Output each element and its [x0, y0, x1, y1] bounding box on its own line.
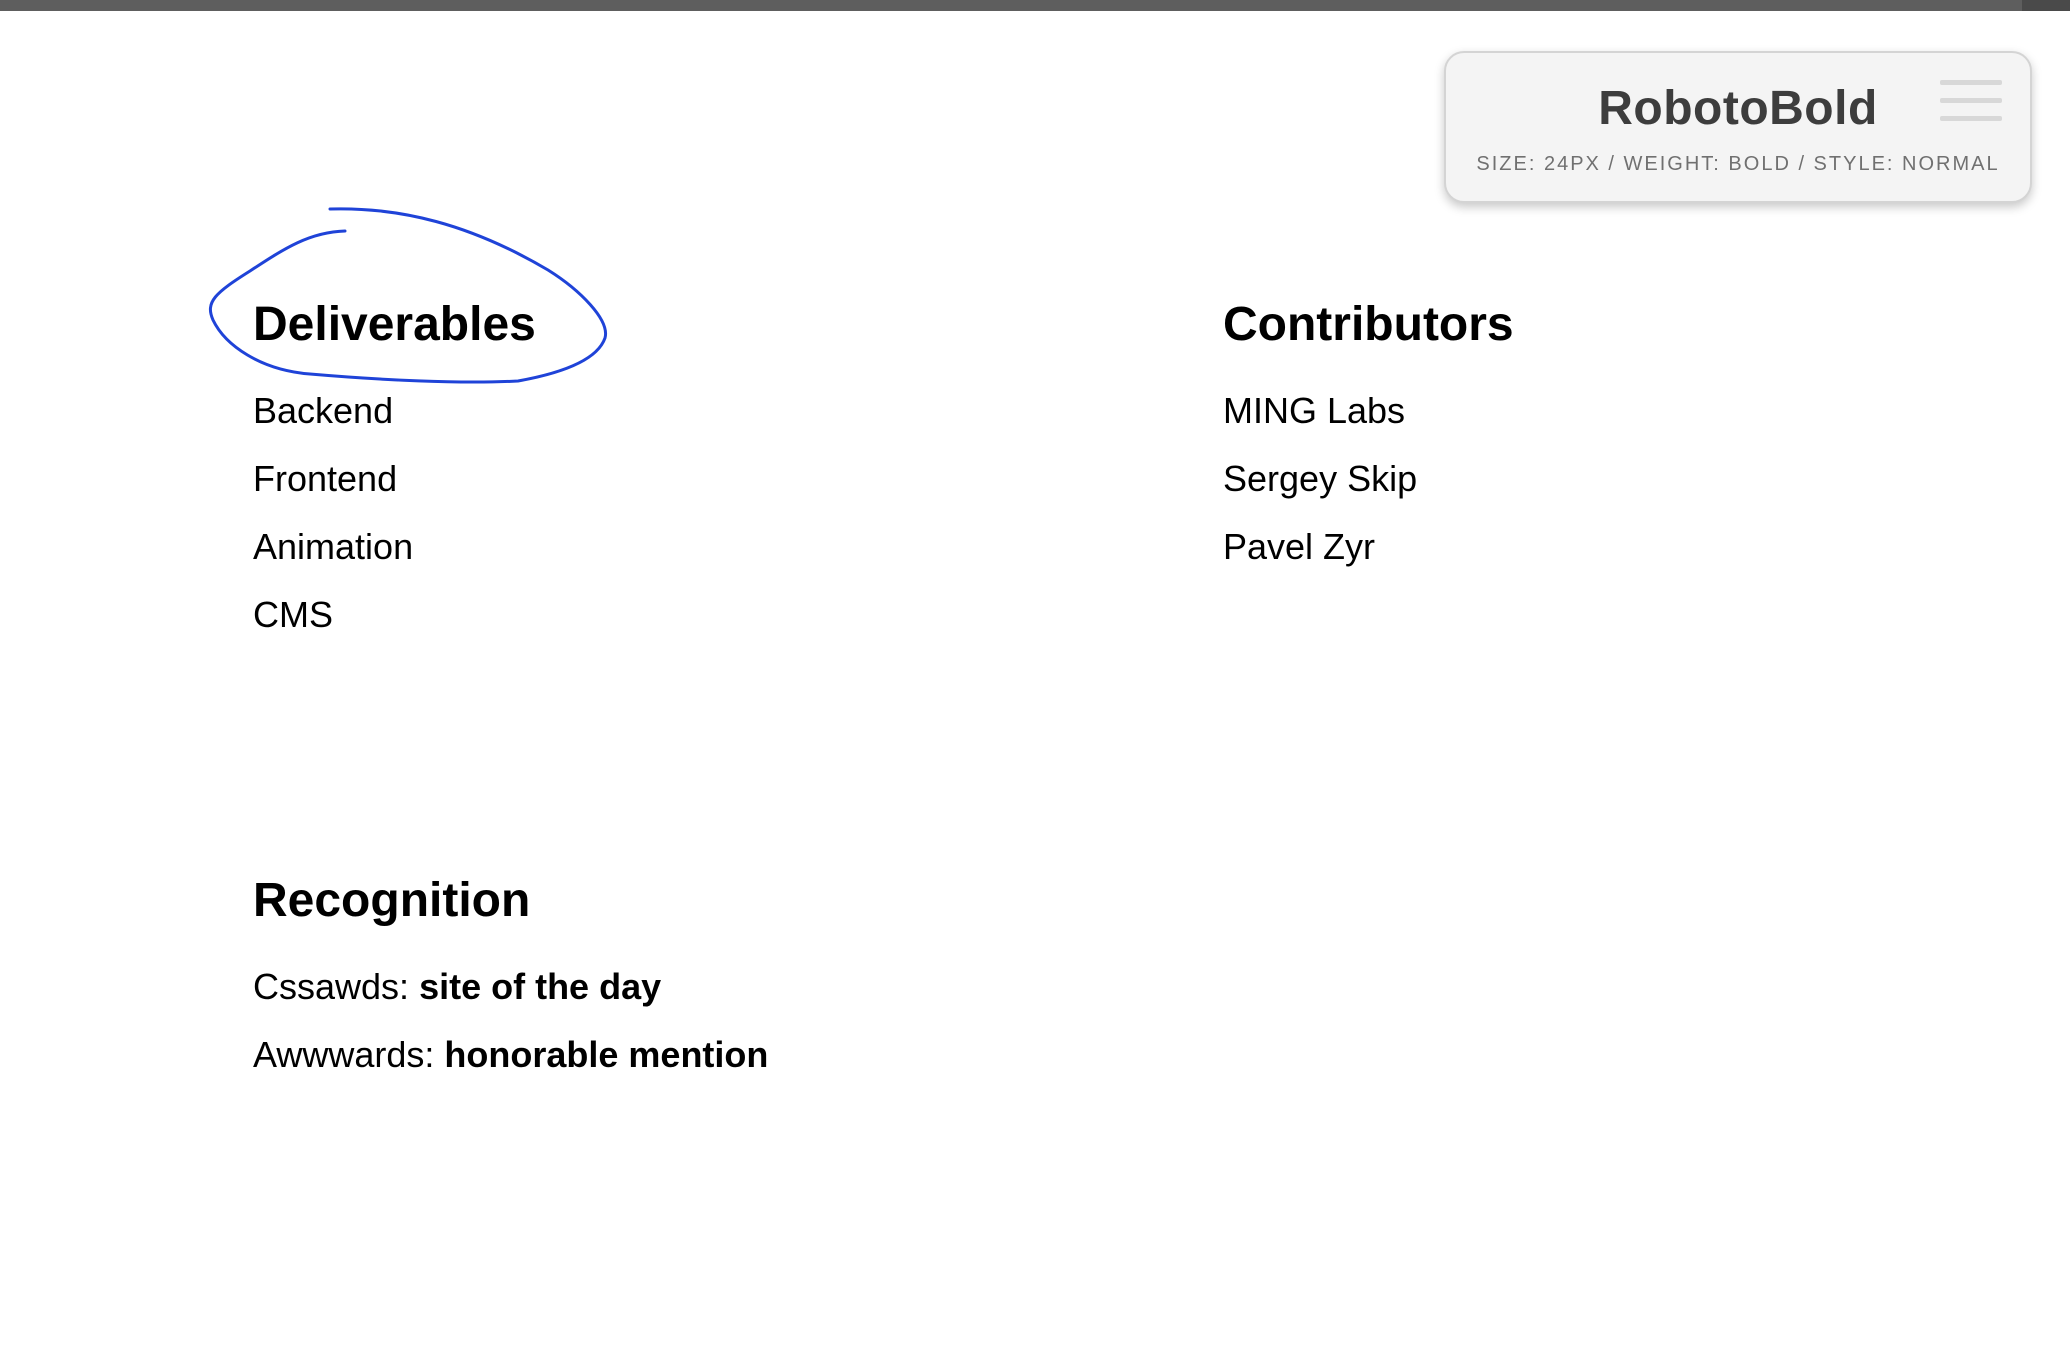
- contributors-list: MING Labs Sergey Skip Pavel Zyr: [1223, 377, 1417, 581]
- list-item: Animation: [253, 526, 414, 567]
- list-item: Sergey Skip: [1223, 458, 1418, 499]
- list-item: Pavel Zyr: [1223, 526, 1376, 567]
- list-item: CMS: [253, 594, 333, 635]
- list-item: Backend: [253, 390, 394, 431]
- recognition-award: site of the day: [419, 966, 662, 1007]
- list-item: Cssawds: site of the day: [253, 953, 768, 1021]
- recognition-heading: Recognition: [253, 874, 531, 927]
- list-item: Frontend: [253, 458, 398, 499]
- annotation-stroke: [208, 207, 607, 384]
- recognition-award: honorable mention: [444, 1034, 769, 1075]
- list-item: MING Labs: [1223, 390, 1406, 431]
- hamburger-menu-icon[interactable]: [1940, 80, 2002, 122]
- deliverables-heading: Deliverables: [253, 298, 536, 351]
- font-inspector-popup: RobotoBold SIZE: 24PX / WEIGHT: BOLD / S…: [1444, 51, 2032, 203]
- hand-drawn-circle-annotation: [208, 207, 607, 384]
- window-top-bar: [0, 0, 2070, 11]
- recognition-list: Cssawds: site of the day Awwwards: honor…: [253, 953, 768, 1089]
- contributors-heading: Contributors: [1223, 298, 1514, 351]
- window-top-bar-edge: [2022, 0, 2070, 11]
- recognition-source: Cssawds:: [253, 966, 410, 1007]
- font-spec: SIZE: 24PX / WEIGHT: BOLD / STYLE: NORMA…: [1476, 153, 2000, 175]
- deliverables-list: Backend Frontend Animation CMS: [253, 377, 413, 649]
- recognition-source: Awwwards:: [253, 1034, 435, 1075]
- list-item: Awwwards: honorable mention: [253, 1021, 768, 1089]
